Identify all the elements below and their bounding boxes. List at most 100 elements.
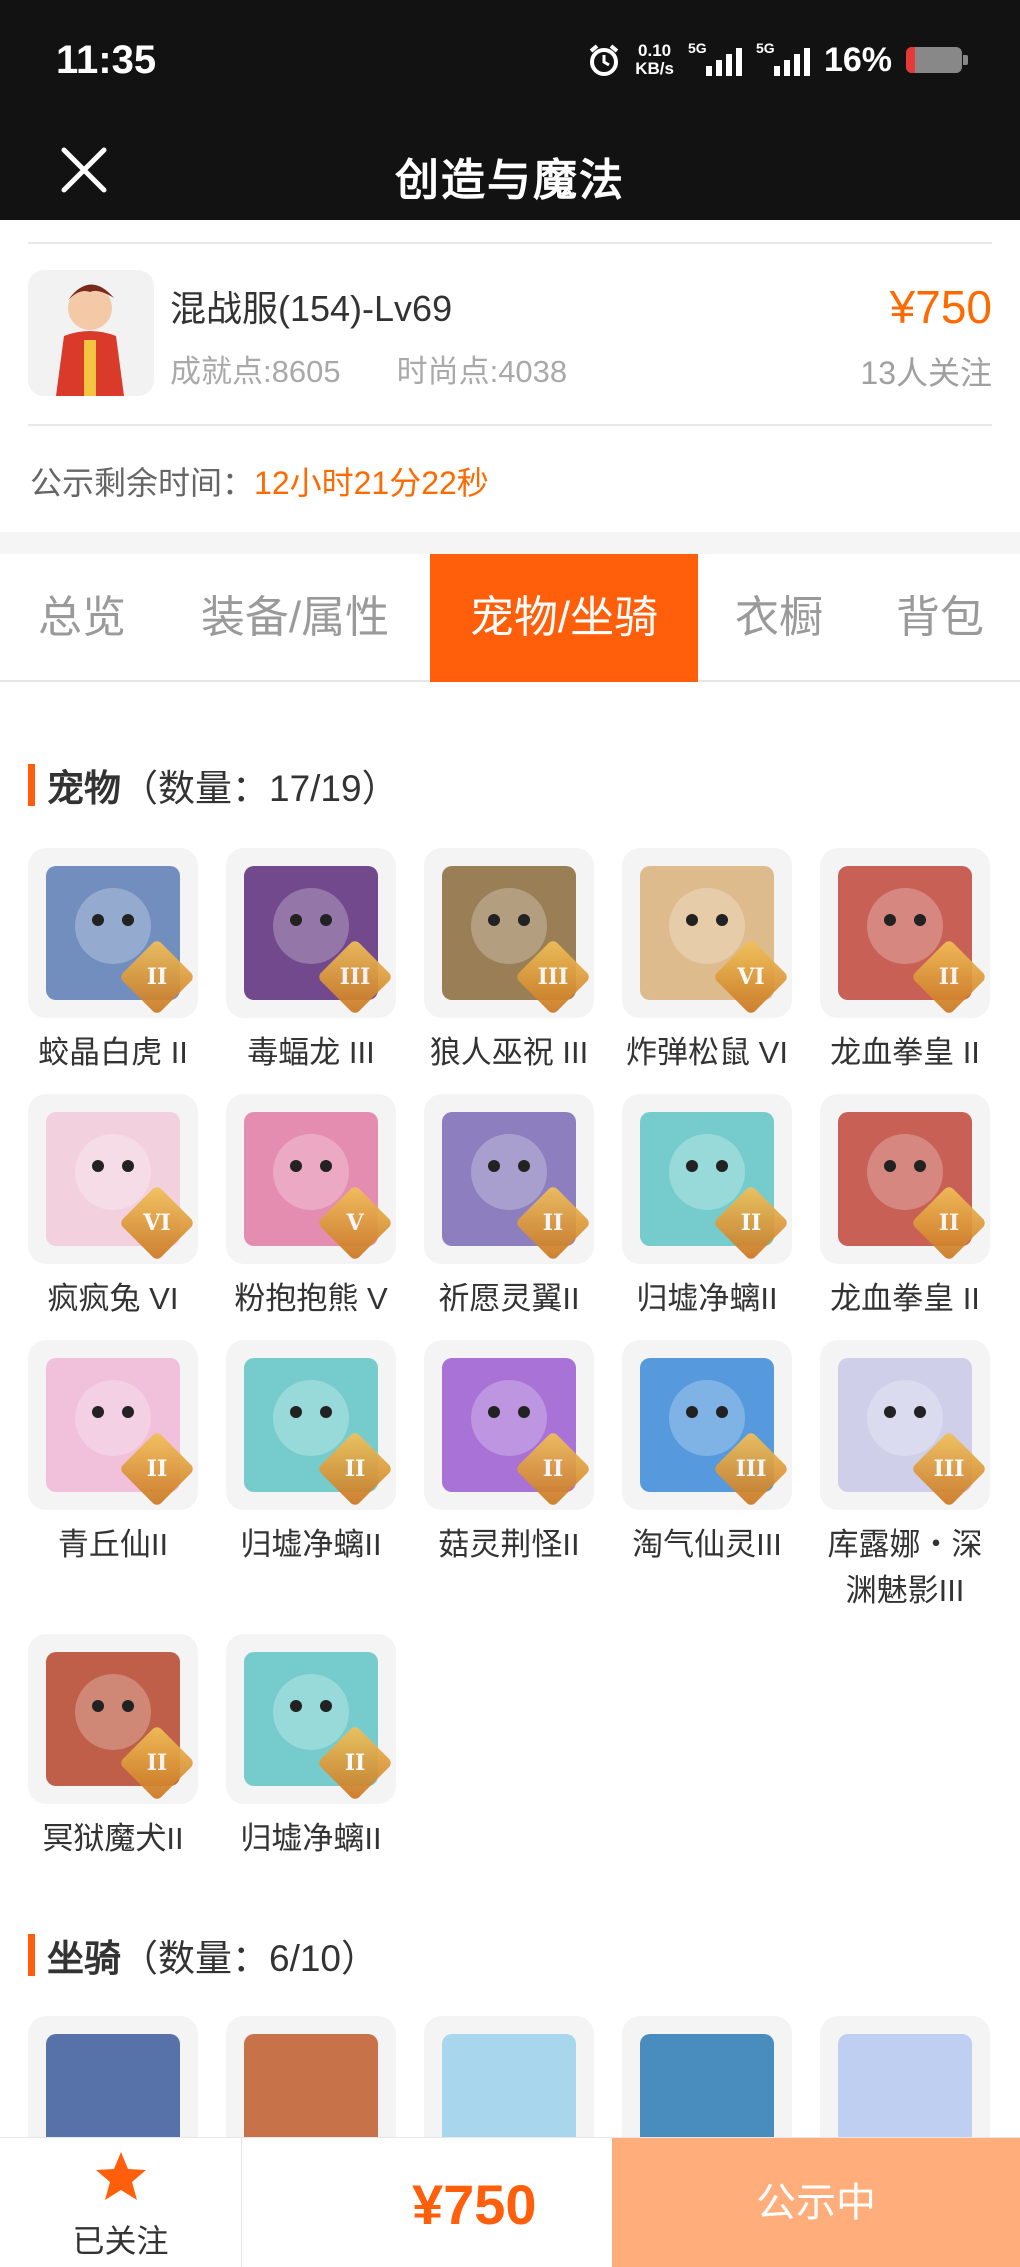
rank-badge: II — [910, 938, 988, 1016]
pet-item[interactable]: VI 疯疯兔 VI — [28, 1094, 198, 1322]
rank-label: II — [938, 1210, 960, 1236]
mounts-section-title: 坐骑 （数量：6/10） — [28, 1928, 378, 1982]
rank-label: III — [933, 1456, 965, 1482]
signal-type-label: 5G — [687, 40, 707, 56]
rank-label: II — [542, 1210, 564, 1236]
section-marker — [28, 764, 35, 806]
pet-item[interactable]: III 狼人巫祝 III — [424, 848, 594, 1076]
pet-item[interactable]: II 龙血拳皇 II — [820, 1094, 990, 1322]
product-stats: 成就点:8605 时尚点:4038 — [170, 346, 567, 391]
product-summary[interactable]: 混战服(154)-Lv69 成就点:8605 时尚点:4038 ¥750 13人… — [28, 270, 992, 400]
section-name: 宠物 — [47, 768, 121, 809]
rank-label: II — [542, 1456, 564, 1482]
rank-badge: III — [316, 938, 394, 1016]
pet-item[interactable]: II 归墟净螭II — [226, 1340, 396, 1568]
pet-portrait: III — [226, 848, 396, 1018]
rank-badge: III — [910, 1430, 988, 1508]
pet-portrait: II — [28, 1340, 198, 1510]
pet-portrait: II — [820, 1094, 990, 1264]
pet-item[interactable]: III 毒蝠龙 III — [226, 848, 396, 1076]
pet-name: 归墟净螭II — [240, 1821, 382, 1856]
pet-portrait: VI — [28, 1094, 198, 1264]
section-marker — [28, 1934, 35, 1976]
pet-name: 淘气仙灵III — [632, 1527, 782, 1562]
pet-item[interactable]: II 祈愿灵翼II — [424, 1094, 594, 1322]
publicity-status-button[interactable]: 公示中 — [612, 2138, 1020, 2267]
rank-badge: II — [712, 1184, 790, 1262]
pet-name: 菇灵荆怪II — [438, 1527, 580, 1562]
pet-name: 祈愿灵翼II — [438, 1281, 580, 1316]
pet-item[interactable]: V 粉抱抱熊 V — [226, 1094, 396, 1322]
pet-item[interactable]: II 冥狱魔犬II — [28, 1634, 198, 1862]
tab-backpack[interactable]: 背包 — [870, 554, 1010, 682]
net-speed-value: 0.10 — [638, 41, 672, 60]
countdown-label: 公示剩余时间： — [30, 465, 255, 501]
product-name: 混战服(154)-Lv69 — [170, 288, 453, 329]
rank-label: II — [740, 1210, 762, 1236]
follow-button[interactable]: 已关注 — [0, 2138, 242, 2267]
character-avatar — [28, 270, 154, 396]
rank-label: II — [146, 964, 168, 990]
tab-pets-mounts[interactable]: 宠物/坐骑 — [430, 554, 698, 682]
rank-badge: VI — [118, 1184, 196, 1262]
pet-item[interactable]: II 归墟净螭II — [622, 1094, 792, 1322]
pet-name: 狼人巫祝 III — [429, 1035, 589, 1070]
rank-label: II — [938, 964, 960, 990]
alarm-icon — [589, 44, 619, 76]
pet-item[interactable]: VI 炸弹松鼠 VI — [622, 848, 792, 1076]
pet-portrait: II — [424, 1094, 594, 1264]
pet-name: 粉抱抱熊 V — [234, 1281, 388, 1316]
pet-item[interactable]: III 库露娜・深渊魅影III — [820, 1340, 990, 1614]
bottom-price: ¥750 — [412, 2173, 537, 2236]
rank-label: III — [537, 964, 569, 990]
rank-badge: II — [316, 1724, 394, 1802]
section-count: （数量：6/10） — [121, 1938, 379, 1979]
pets-section-title: 宠物 （数量：17/19） — [28, 758, 399, 812]
net-speed-unit: KB/s — [635, 59, 674, 78]
section-spacer — [0, 532, 1020, 554]
battery-icon — [906, 47, 968, 73]
pet-item[interactable]: II 青丘仙II — [28, 1340, 198, 1568]
pet-portrait: III — [622, 1340, 792, 1510]
signal-type-label: 5G — [755, 40, 775, 56]
divider — [28, 242, 992, 244]
pet-item[interactable]: II 归墟净螭II — [226, 1634, 396, 1862]
rank-label: VI — [143, 1210, 171, 1236]
pet-item[interactable]: III 淘气仙灵III — [622, 1340, 792, 1568]
pet-item[interactable]: II 蛟晶白虎 II — [28, 848, 198, 1076]
rank-badge: II — [514, 1184, 592, 1262]
pet-portrait: II — [622, 1094, 792, 1264]
pet-name: 归墟净螭II — [636, 1281, 778, 1316]
rank-badge: II — [910, 1184, 988, 1262]
tab-wardrobe[interactable]: 衣橱 — [708, 554, 850, 682]
rank-label: VI — [737, 964, 765, 990]
section-count: （数量：17/19） — [121, 768, 399, 809]
section-name: 坐骑 — [47, 1938, 121, 1979]
rank-badge: II — [316, 1430, 394, 1508]
pet-name: 青丘仙II — [57, 1527, 169, 1562]
pet-portrait: II — [424, 1340, 594, 1510]
follower-count: 13人关注 — [860, 355, 992, 391]
rank-label: II — [344, 1750, 366, 1776]
detail-tabs: 总览 装备/属性 宠物/坐骑 衣橱 背包 — [0, 554, 1020, 682]
product-price: ¥750 — [889, 281, 992, 333]
pet-name: 归墟净螭II — [240, 1527, 382, 1562]
pet-item[interactable]: II 菇灵荆怪II — [424, 1340, 594, 1568]
status-bar: 11:35 0.10 KB/s 5G 5G 16% — [0, 0, 1020, 120]
tab-overview[interactable]: 总览 — [14, 554, 150, 682]
tab-equipment[interactable]: 装备/属性 — [170, 554, 420, 682]
pet-item[interactable]: II 龙血拳皇 II — [820, 848, 990, 1076]
pet-portrait: III — [820, 1340, 990, 1510]
rank-badge: II — [118, 938, 196, 1016]
divider — [28, 424, 992, 426]
rank-label: III — [735, 1456, 767, 1482]
rank-badge: II — [514, 1430, 592, 1508]
rank-label: III — [339, 964, 371, 990]
pet-portrait: II — [226, 1340, 396, 1510]
pet-portrait: II — [820, 848, 990, 1018]
star-icon — [96, 2152, 146, 2200]
battery-percent: 16% — [823, 40, 892, 79]
pet-name: 疯疯兔 VI — [47, 1281, 179, 1316]
pet-portrait: VI — [622, 848, 792, 1018]
pet-portrait: II — [28, 1634, 198, 1804]
